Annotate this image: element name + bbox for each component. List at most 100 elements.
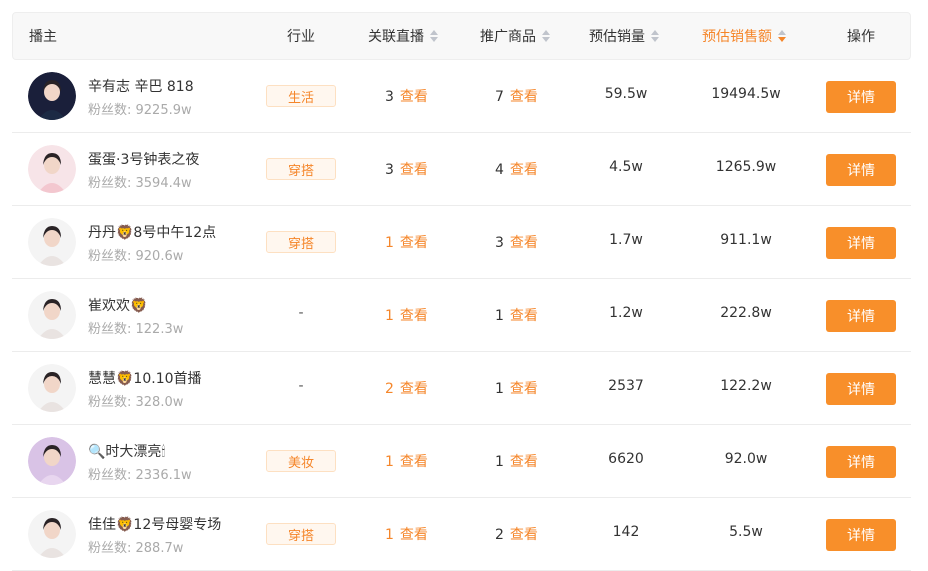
goods-count: 7 查看: [495, 86, 538, 106]
fans-count: 粉丝数: 3594.4w: [88, 176, 192, 191]
live-count: 2 查看: [385, 378, 428, 398]
goods-count-value: 4: [495, 162, 504, 178]
table-row: 佳佳🦁12号母婴专场 粉丝数: 288.7w 穿搭 1 查看 2 查看 142 5.…: [12, 498, 911, 571]
goods-count-value: 3: [495, 235, 504, 251]
live-count-value: 1: [385, 454, 394, 470]
live-count: 3 查看: [385, 159, 428, 179]
est-revenue-value: 92.0w: [724, 451, 768, 467]
detail-button[interactable]: 详情: [826, 81, 896, 113]
streamer-name[interactable]: 🔍时大漂亮🕯: [88, 441, 165, 461]
est-revenue-value: 122.2w: [720, 378, 772, 394]
sort-icon[interactable]: [778, 30, 786, 42]
fans-count: 粉丝数: 9225.9w: [88, 103, 192, 118]
view-goods-link[interactable]: 查看: [510, 162, 538, 178]
view-live-link[interactable]: 查看: [400, 235, 428, 251]
est-sales-value: 4.5w: [609, 159, 643, 175]
industry-tag: 穿搭: [266, 523, 336, 545]
view-live-link[interactable]: 查看: [400, 381, 428, 397]
view-goods-link[interactable]: 查看: [510, 454, 538, 470]
view-live-link[interactable]: 查看: [400, 527, 428, 543]
live-count-value: 1: [385, 235, 394, 251]
detail-button[interactable]: 详情: [826, 300, 896, 332]
col-est-sales[interactable]: 预估销量: [589, 13, 659, 59]
view-live-link[interactable]: 查看: [400, 308, 428, 324]
view-goods-link[interactable]: 查看: [510, 308, 538, 324]
live-count: 1 查看: [385, 524, 428, 544]
fans-count: 粉丝数: 288.7w: [88, 541, 184, 556]
col-action-label: 操作: [847, 29, 875, 45]
sort-icon[interactable]: [542, 30, 550, 42]
streamer-table: 播主 行业 关联直播 推广商品 预估销量 预估销售额 操作 辛有志 辛巴 818…: [12, 12, 911, 571]
detail-button[interactable]: 详情: [826, 154, 896, 186]
fans-count: 粉丝数: 328.0w: [88, 395, 184, 410]
industry-tag: 美妆: [266, 450, 336, 472]
fans-count: 粉丝数: 2336.1w: [88, 468, 192, 483]
goods-count: 2 查看: [495, 524, 538, 544]
streamer-name[interactable]: 辛有志 辛巴 818: [88, 76, 194, 96]
col-est-sales-label: 预估销量: [589, 29, 645, 45]
view-goods-link[interactable]: 查看: [510, 89, 538, 105]
col-promoted-goods[interactable]: 推广商品: [480, 13, 550, 59]
view-live-link[interactable]: 查看: [400, 454, 428, 470]
fans-count: 粉丝数: 122.3w: [88, 322, 184, 337]
sort-icon[interactable]: [651, 30, 659, 42]
streamer-name[interactable]: 丹丹🦁8号中午12点: [88, 222, 216, 242]
live-count: 1 查看: [385, 232, 428, 252]
goods-count-value: 1: [495, 454, 504, 470]
est-sales-value: 1.2w: [609, 305, 643, 321]
goods-count: 4 查看: [495, 159, 538, 179]
detail-button[interactable]: 详情: [826, 373, 896, 405]
est-sales-value: 142: [612, 524, 640, 540]
industry-empty: -: [298, 305, 304, 321]
table-row: 崔欢欢🦁 粉丝数: 122.3w - 1 查看 1 查看 1.2w 222.8w 详…: [12, 279, 911, 352]
avatar[interactable]: [28, 145, 76, 193]
col-industry: 行业: [287, 13, 315, 59]
live-count-value: 3: [385, 89, 394, 105]
live-count-value: 2: [385, 381, 394, 397]
streamer-name[interactable]: 慧慧🦁10.10首播: [88, 368, 202, 388]
col-promoted-goods-label: 推广商品: [480, 29, 536, 45]
live-count: 3 查看: [385, 86, 428, 106]
avatar[interactable]: [28, 364, 76, 412]
live-count: 1 查看: [385, 305, 428, 325]
view-live-link[interactable]: 查看: [400, 89, 428, 105]
streamer-name[interactable]: 崔欢欢🦁: [88, 295, 147, 315]
col-est-revenue[interactable]: 预估销售额: [702, 13, 786, 59]
avatar[interactable]: [28, 510, 76, 558]
view-live-link[interactable]: 查看: [400, 162, 428, 178]
industry-tag: 穿搭: [266, 231, 336, 253]
industry-tag: 生活: [266, 85, 336, 107]
est-revenue-value: 19494.5w: [711, 86, 781, 102]
est-sales-value: 59.5w: [604, 86, 648, 102]
est-sales-value: 2537: [608, 378, 644, 394]
view-goods-link[interactable]: 查看: [510, 235, 538, 251]
col-related-live[interactable]: 关联直播: [368, 13, 438, 59]
live-count-value: 3: [385, 162, 394, 178]
goods-count-value: 2: [495, 527, 504, 543]
streamer-name[interactable]: 佳佳🦁12号母婴专场: [88, 514, 221, 534]
goods-count-value: 1: [495, 381, 504, 397]
detail-button[interactable]: 详情: [826, 227, 896, 259]
streamer-name[interactable]: 蛋蛋·3号钟表之夜: [88, 149, 199, 169]
avatar[interactable]: [28, 291, 76, 339]
table-row: 丹丹🦁8号中午12点 粉丝数: 920.6w 穿搭 1 查看 3 查看 1.7w 9…: [12, 206, 911, 279]
avatar[interactable]: [28, 218, 76, 266]
goods-count: 3 查看: [495, 232, 538, 252]
est-sales-value: 1.7w: [609, 232, 643, 248]
table-body: 辛有志 辛巴 818 粉丝数: 9225.9w 生活 3 查看 7 查看 59.5w…: [12, 60, 911, 571]
detail-button[interactable]: 详情: [826, 519, 896, 551]
est-revenue-value: 5.5w: [729, 524, 763, 540]
col-related-live-label: 关联直播: [368, 29, 424, 45]
table-header: 播主 行业 关联直播 推广商品 预估销量 预估销售额 操作: [12, 12, 911, 60]
view-goods-link[interactable]: 查看: [510, 527, 538, 543]
live-count: 1 查看: [385, 451, 428, 471]
sort-icon[interactable]: [430, 30, 438, 42]
avatar[interactable]: [28, 437, 76, 485]
industry-tag: 穿搭: [266, 158, 336, 180]
view-goods-link[interactable]: 查看: [510, 381, 538, 397]
industry-empty: -: [298, 378, 304, 394]
goods-count-value: 1: [495, 308, 504, 324]
table-row: 🔍时大漂亮🕯 粉丝数: 2336.1w 美妆 1 查看 1 查看 6620 92.0…: [12, 425, 911, 498]
avatar[interactable]: [28, 72, 76, 120]
detail-button[interactable]: 详情: [826, 446, 896, 478]
